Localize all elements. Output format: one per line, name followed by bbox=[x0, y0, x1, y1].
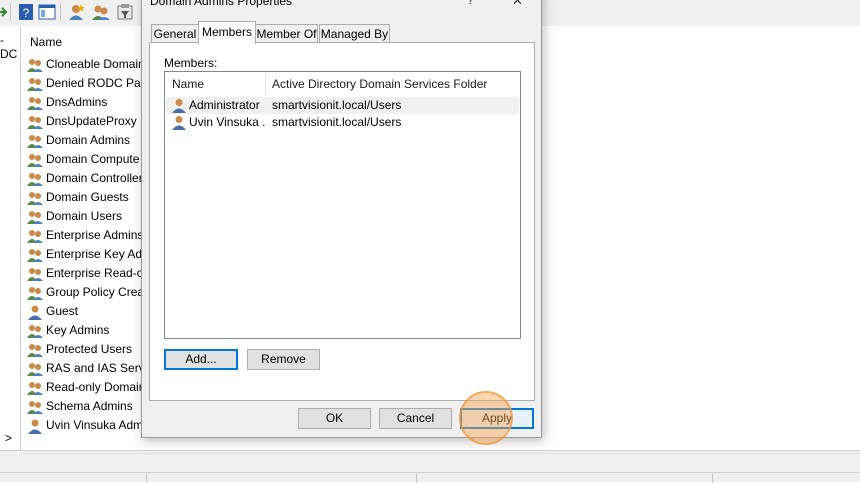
user-icon bbox=[28, 419, 42, 434]
status-divider bbox=[146, 473, 147, 483]
member-name: Administrator bbox=[189, 98, 260, 112]
list-item-label: Enterprise Admins bbox=[46, 228, 144, 242]
list-item-label: Enterprise Read-or bbox=[46, 266, 148, 280]
toolbar-separator bbox=[10, 3, 11, 21]
group-icon bbox=[27, 192, 43, 205]
ok-button[interactable]: OK bbox=[298, 408, 371, 429]
tree-pane[interactable]: -DC > bbox=[0, 26, 21, 450]
group-icon bbox=[27, 59, 43, 72]
new-user-icon[interactable] bbox=[68, 3, 86, 21]
list-item-label: Schema Admins bbox=[46, 399, 133, 413]
tab-members[interactable]: Members bbox=[198, 21, 256, 44]
group-icon bbox=[27, 154, 43, 167]
group-icon bbox=[27, 249, 43, 262]
toolbar-separator bbox=[60, 3, 61, 21]
help-button[interactable]: ? bbox=[467, 0, 474, 7]
group-icon bbox=[27, 344, 43, 357]
cancel-button[interactable]: Cancel bbox=[379, 408, 452, 429]
list-item-label: Domain Guests bbox=[46, 190, 129, 204]
properties-dialog: Domain Admins Properties ? ✕ General Mem… bbox=[141, 0, 542, 438]
group-icon bbox=[27, 211, 43, 224]
add-button[interactable]: Add... bbox=[164, 349, 238, 370]
member-folder: smartvisionit.local/Users bbox=[272, 115, 402, 129]
group-icon bbox=[27, 268, 43, 281]
group-icon bbox=[27, 116, 43, 129]
close-icon[interactable]: ✕ bbox=[512, 0, 523, 9]
group-icon bbox=[27, 287, 43, 300]
user-icon bbox=[172, 116, 186, 130]
list-item-label: DnsAdmins bbox=[46, 95, 108, 109]
help-icon[interactable]: ? bbox=[17, 3, 35, 21]
list-item-label: DnsUpdateProxy bbox=[46, 114, 137, 128]
group-icon bbox=[27, 325, 43, 338]
list-item-label: Domain Admins bbox=[46, 133, 131, 147]
group-icon bbox=[27, 401, 43, 414]
tab-managed-by[interactable]: Managed By bbox=[319, 24, 390, 43]
list-item-label: Domain Users bbox=[46, 209, 123, 223]
status-bar bbox=[0, 472, 860, 483]
list-item-label: RAS and IAS Serve bbox=[46, 361, 152, 375]
svg-text:?: ? bbox=[23, 6, 30, 20]
list-item-label: Enterprise Key Adm bbox=[46, 247, 153, 261]
group-icon bbox=[27, 135, 43, 148]
new-group-icon[interactable] bbox=[92, 3, 110, 21]
tab-member-of[interactable]: Member Of bbox=[255, 24, 318, 43]
expand-arrow-icon[interactable]: > bbox=[5, 431, 12, 445]
members-label: Members: bbox=[164, 56, 218, 70]
group-icon bbox=[27, 230, 43, 243]
member-folder: smartvisionit.local/Users bbox=[272, 98, 402, 112]
member-row[interactable]: Administrator smartvisionit.local/Users bbox=[166, 97, 519, 114]
list-item-label: Guest bbox=[46, 304, 79, 318]
members-list[interactable]: Name Active Directory Domain Services Fo… bbox=[164, 71, 521, 339]
list-item-label: Key Admins bbox=[46, 323, 110, 337]
members-tab-panel: Members: Name Active Directory Domain Se… bbox=[149, 42, 535, 401]
user-icon bbox=[28, 305, 42, 320]
column-header-name[interactable]: Name bbox=[30, 35, 62, 49]
column-divider[interactable] bbox=[265, 74, 266, 95]
list-item-label: Read-only Domain bbox=[46, 380, 146, 394]
list-item-label: Uvin Vinsuka Adm bbox=[46, 418, 144, 432]
apply-button[interactable]: Apply bbox=[460, 408, 534, 429]
list-item-label: Protected Users bbox=[46, 342, 133, 356]
status-divider bbox=[712, 473, 713, 483]
list-item-label: Group Policy Crea bbox=[46, 285, 145, 299]
column-header-name[interactable]: Name bbox=[172, 72, 204, 97]
member-row[interactable]: Uvin Vinsuka ... smartvisionit.local/Use… bbox=[166, 114, 519, 131]
console-icon[interactable] bbox=[38, 3, 56, 21]
group-icon bbox=[27, 382, 43, 395]
tree-item-domain[interactable]: -DC bbox=[0, 33, 20, 61]
group-icon bbox=[27, 173, 43, 186]
filter-icon[interactable] bbox=[116, 3, 134, 21]
group-icon bbox=[27, 78, 43, 91]
group-icon bbox=[27, 97, 43, 110]
horizontal-scrollbar[interactable] bbox=[21, 453, 860, 471]
member-name: Uvin Vinsuka ... bbox=[189, 115, 266, 129]
remove-button[interactable]: Remove bbox=[247, 349, 320, 370]
group-icon bbox=[27, 363, 43, 376]
tab-general[interactable]: General bbox=[151, 24, 199, 43]
list-item-label: Denied RODC Pass bbox=[46, 76, 153, 90]
user-icon bbox=[172, 99, 186, 113]
bottom-bar bbox=[0, 450, 860, 483]
dialog-title: Domain Admins Properties bbox=[150, 0, 293, 8]
list-item-label: Domain Controller bbox=[46, 171, 143, 185]
status-divider bbox=[416, 473, 417, 483]
list-item-label: Cloneable Domain bbox=[46, 57, 145, 71]
list-item-label: Domain Compute bbox=[46, 152, 140, 166]
column-header-folder[interactable]: Active Directory Domain Services Folder bbox=[272, 72, 487, 97]
